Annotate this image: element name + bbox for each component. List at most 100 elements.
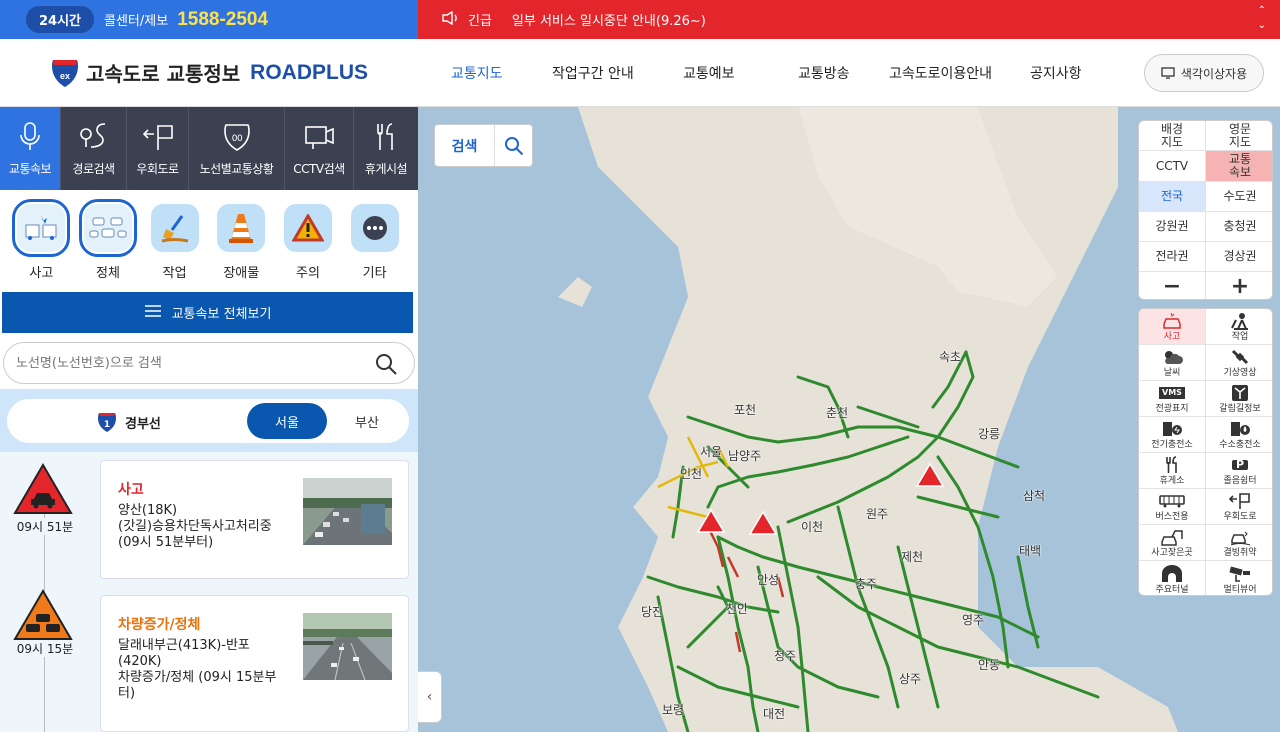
zoom-in-button[interactable]: + [1206, 272, 1272, 299]
emergency-notice-text[interactable]: 일부 서비스 일시중단 안내(9.26~) [512, 10, 706, 29]
colorblind-mode-button[interactable]: 색각이상자용 [1144, 54, 1264, 92]
layer-hydrogen-charging[interactable]: 수소충전소 [1206, 417, 1272, 453]
callcenter-bar: 24시간 콜센터/제보 1588-2504 [0, 0, 418, 39]
layer-vms[interactable]: VMS 전광표지 [1139, 381, 1206, 417]
nav-traffic-forecast[interactable]: 교통예보 [683, 63, 735, 83]
cctv-layer-toggle[interactable]: CCTV [1139, 151, 1206, 182]
emergency-notice-bar[interactable]: 긴급 일부 서비스 일시중단 안내(9.26~) ⌃ ⌄ [418, 0, 1280, 39]
zoom-out-button[interactable]: − [1139, 272, 1206, 299]
svg-text:1: 1 [104, 420, 110, 430]
tab-cctv[interactable]: CCTV검색 [285, 107, 354, 190]
category-label: 장애물 [223, 266, 260, 281]
view-all-traffic-news-button[interactable]: 교통속보 전체보기 [2, 292, 413, 333]
event-card[interactable]: 차량증가/정체 달래내부근(413K)-반포(420K) 차량증가/정체 (09… [100, 595, 409, 732]
tab-route-status[interactable]: 00 노선별교통상황 [189, 107, 285, 190]
category-label: 기타 [362, 266, 387, 281]
region-chungcheong[interactable]: 충청권 [1206, 212, 1272, 242]
tunnel-icon [1161, 564, 1183, 584]
cloud-sun-icon [1161, 347, 1183, 367]
car-crash-icon [1160, 527, 1184, 547]
region-nationwide[interactable]: 전국 [1139, 182, 1206, 212]
speaker-icon [442, 10, 460, 29]
event-time: 09시 15분 [0, 640, 90, 657]
hamburger-icon [144, 304, 162, 322]
category-obstacle[interactable]: 장애물 [210, 204, 272, 298]
region-capital[interactable]: 수도권 [1206, 182, 1272, 212]
notice-scroll-arrows[interactable]: ⌃ ⌄ [1258, 3, 1266, 33]
callcenter-phone[interactable]: 1588-2504 [177, 9, 268, 31]
feature-tabs: 교통속보 경로검색 우회도로 00 노선별교통상황 CCTV검색 휴게시설 [0, 107, 418, 190]
event-description: 양산(18K) (갓길)승용차단독사고처리중 (09시 51분부터) [118, 503, 272, 550]
site-header: ex 고속도로 교통정보 ROADPLUS 교통지도 작업구간 안내 교통예보 … [0, 39, 1280, 107]
category-other[interactable]: 기타 [344, 204, 406, 298]
layer-ev-charging[interactable]: 전기충전소 [1139, 417, 1206, 453]
direction-busan-button[interactable]: 부산 [327, 403, 407, 439]
layer-rest-area[interactable]: 휴게소 [1139, 453, 1206, 489]
map-city-label: 충주 [855, 577, 878, 591]
english-map-toggle[interactable]: 영문 지도 [1206, 121, 1272, 151]
base-map-toggle[interactable]: 배경 지도 [1139, 121, 1206, 151]
layer-multi-viewer[interactable]: 멀티뷰어 [1206, 561, 1272, 595]
nav-work-zone[interactable]: 작업구간 안내 [552, 63, 634, 83]
cctv-thumbnail[interactable] [303, 613, 392, 680]
region-jeolla[interactable]: 전라권 [1139, 242, 1206, 272]
category-construction[interactable]: 작업 [144, 204, 206, 298]
nav-traffic-broadcast[interactable]: 교통방송 [798, 63, 850, 83]
more-icon [350, 204, 399, 252]
traffic-cone-icon [217, 204, 266, 252]
tab-route-search[interactable]: 경로검색 [61, 107, 127, 190]
layer-weather-video[interactable]: 기상영상 [1206, 345, 1272, 381]
layer-weather[interactable]: 날씨 [1139, 345, 1206, 381]
fork-knife-icon [1163, 455, 1181, 475]
tab-traffic-news[interactable]: 교통속보 [0, 107, 61, 190]
panel-collapse-button[interactable]: ‹ [418, 671, 442, 723]
map-city-label: 남양주 [728, 449, 762, 463]
caution-icon [283, 204, 332, 252]
layer-construction[interactable]: 작업 [1206, 309, 1272, 345]
left-panel: 교통속보 경로검색 우회도로 00 노선별교통상황 CCTV검색 휴게시설 사고 [0, 107, 418, 732]
site-logo[interactable]: ex 고속도로 교통정보 ROADPLUS [50, 57, 368, 89]
route-search-input[interactable] [16, 355, 366, 371]
layer-accident[interactable]: 사고 [1139, 309, 1206, 345]
tab-detour[interactable]: 우회도로 [127, 107, 189, 190]
layer-accident-prone[interactable]: 사고잦은곳 [1139, 525, 1206, 561]
event-card[interactable]: 사고 양산(18K) (갓길)승용차단독사고처리중 (09시 51분부터) [100, 460, 409, 579]
layer-icy-road[interactable]: 결빙취약 [1206, 525, 1272, 561]
multi-camera-icon [1228, 564, 1252, 584]
map-city-label: 서울 [700, 445, 723, 459]
chevron-up-icon[interactable]: ⌃ [1258, 3, 1266, 18]
layer-drowsy-shelter[interactable]: P 졸음쉼터 [1206, 453, 1272, 489]
tab-rest-area[interactable]: 휴게시설 [354, 107, 418, 190]
category-congestion[interactable]: 정체 [77, 199, 139, 298]
region-gyeongsang[interactable]: 경상권 [1206, 242, 1272, 272]
search-icon[interactable] [374, 352, 398, 380]
region-gangwon[interactable]: 강원권 [1139, 212, 1206, 242]
tab-label: CCTV검색 [293, 162, 345, 176]
nav-traffic-map[interactable]: 교통지도 [451, 63, 503, 83]
layer-junction-info[interactable]: 갈림길정보 [1206, 381, 1272, 417]
callcenter-label: 콜센터/제보 [104, 14, 169, 29]
nav-highway-guide[interactable]: 고속도로이용안내 [889, 63, 992, 83]
map-search-button[interactable]: 검색 [434, 124, 533, 167]
map-search-label: 검색 [435, 125, 495, 166]
traffic-news-layer-toggle[interactable]: 교통 속보 [1206, 151, 1272, 182]
junction-icon [1231, 383, 1249, 403]
map-city-label: 원주 [866, 507, 889, 521]
microphone-icon [19, 120, 41, 154]
direction-seoul-button[interactable]: 서울 [247, 403, 327, 439]
nav-notice[interactable]: 공지사항 [1030, 63, 1082, 83]
traffic-map[interactable]: 속초 포천 춘천 강릉 서울 남양주 인천 삼척 이천 원주 태백 제천 안성 … [418, 107, 1280, 732]
category-accident[interactable]: 사고 [10, 199, 72, 298]
layer-major-tunnel[interactable]: 주요터널 [1139, 561, 1206, 595]
chevron-down-icon[interactable]: ⌄ [1258, 18, 1266, 33]
map-city-label: 포천 [734, 403, 757, 417]
layer-bus-lane[interactable]: 버스전용 [1139, 489, 1206, 525]
congestion-icon [78, 199, 137, 257]
cctv-icon [303, 120, 335, 154]
vms-icon: VMS [1159, 383, 1185, 403]
cctv-thumbnail[interactable] [303, 478, 392, 545]
route-shield-icon: 1 [98, 413, 116, 432]
map-view-controls: 배경 지도 영문 지도 CCTV 교통 속보 전국 수도권 강원권 충청권 전라… [1138, 120, 1273, 300]
layer-detour[interactable]: 우회도로 [1206, 489, 1272, 525]
category-caution[interactable]: 주의 [277, 204, 339, 298]
